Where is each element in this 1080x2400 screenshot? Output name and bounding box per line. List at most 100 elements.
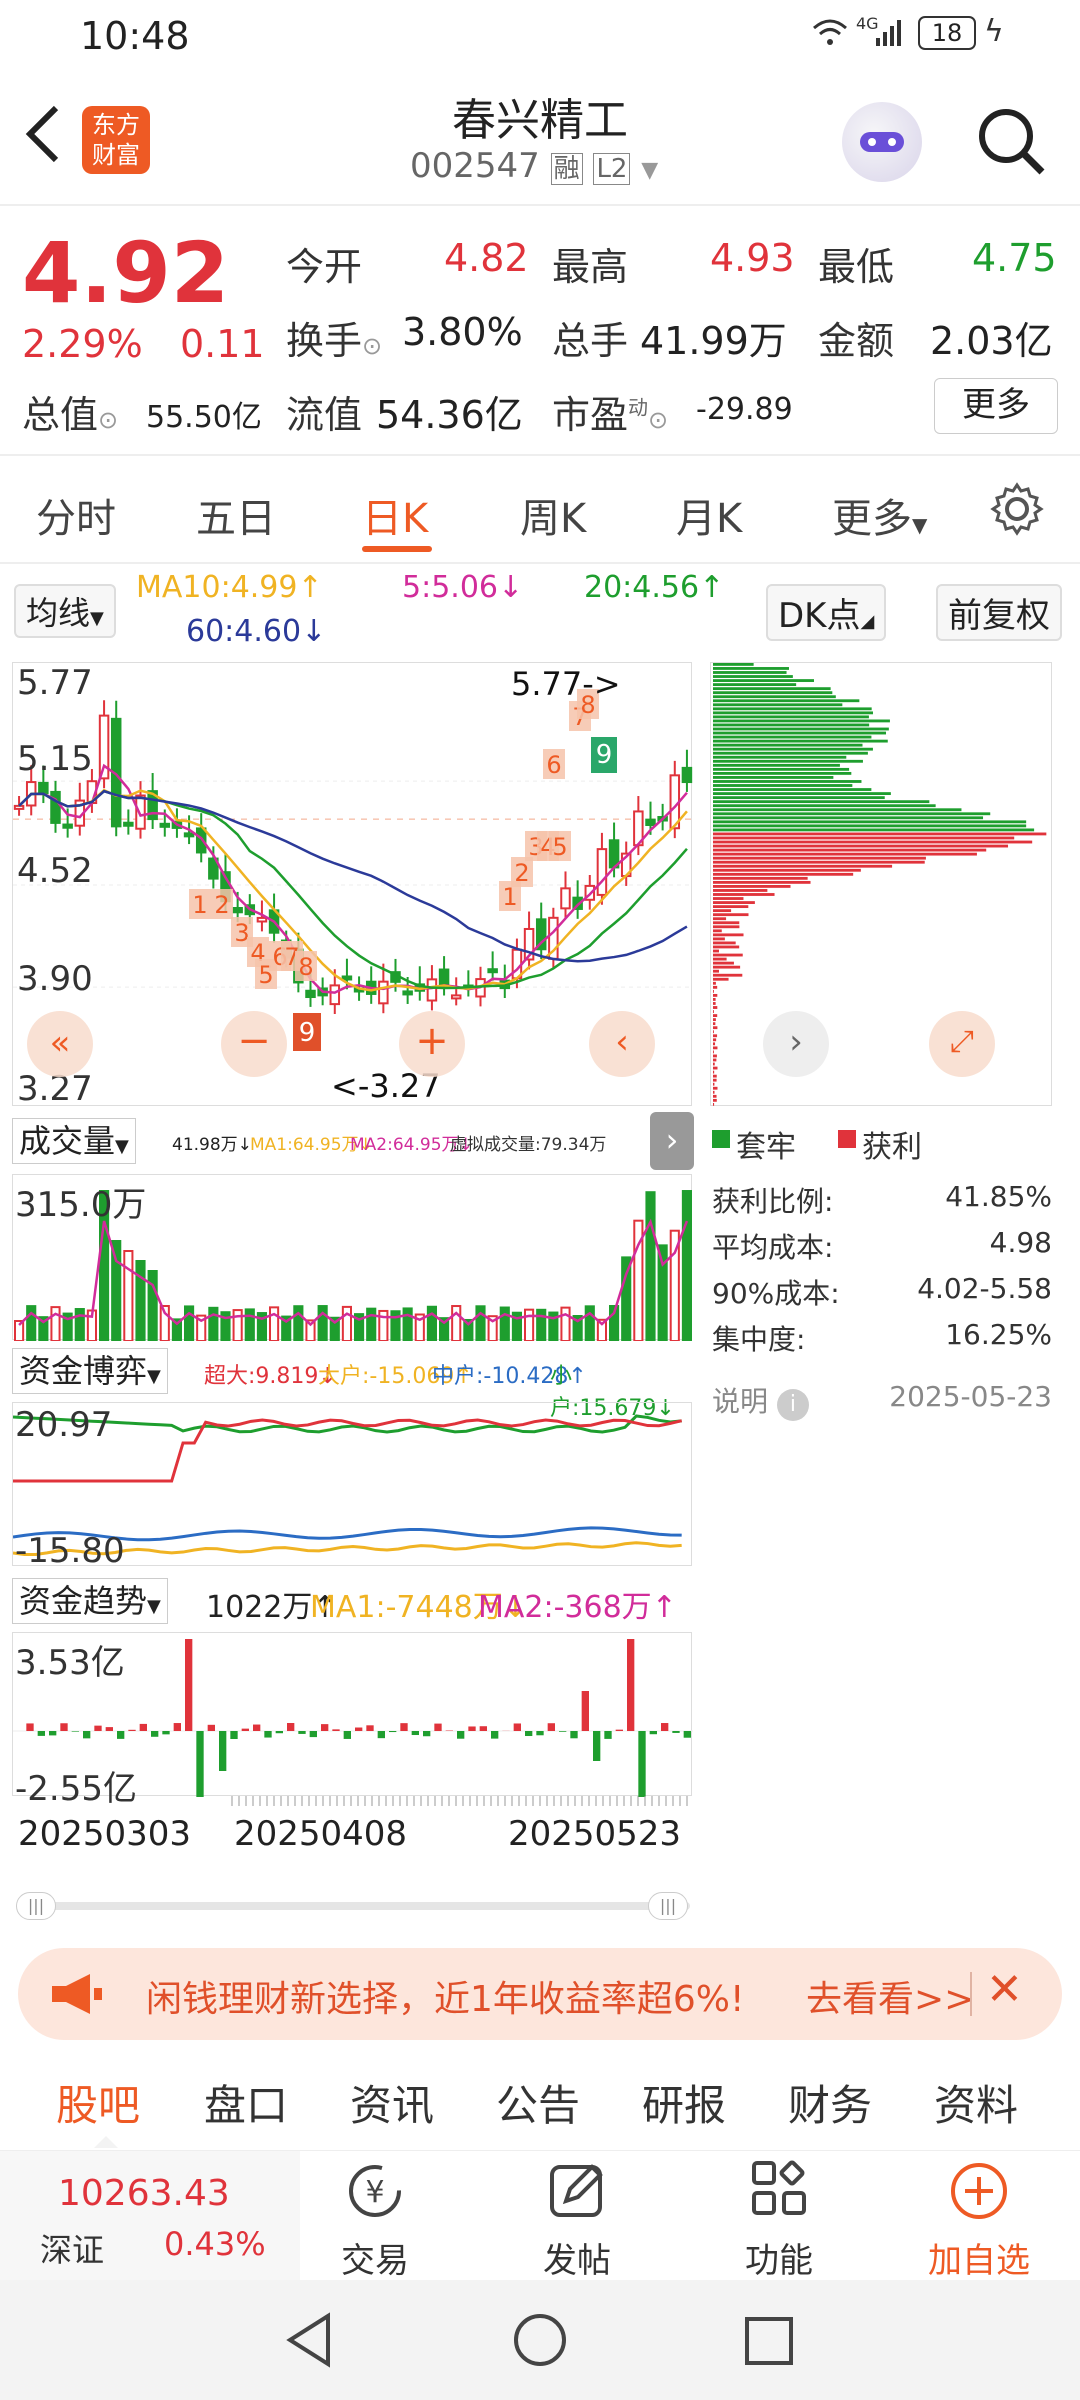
note-link[interactable]: 说明 i	[712, 1380, 809, 1421]
chip-bar	[713, 989, 714, 993]
chip-bar	[713, 868, 861, 872]
signal-icon	[874, 18, 904, 52]
chip-bar	[713, 723, 870, 727]
volume-max-tick: 315.0万	[15, 1185, 147, 1225]
expand-panel-button[interactable]: ›	[650, 1112, 694, 1170]
fullscreen-icon[interactable]: ⤢	[929, 1011, 995, 1077]
chip-bar	[713, 1018, 716, 1022]
chip-bar	[713, 856, 926, 860]
fund-trend-bar	[49, 1731, 57, 1736]
volume-chart[interactable]: 315.0万	[12, 1174, 692, 1341]
fund-game-chart[interactable]: 20.97 -15.80	[12, 1402, 692, 1571]
add-watchlist-button[interactable]: 加自选	[914, 2159, 1044, 2282]
tab-weekly-k[interactable]: 周K	[520, 486, 586, 544]
chip-bar	[713, 780, 862, 783]
tab-profile[interactable]: 资料	[934, 2072, 1018, 2133]
fund-trend-bar	[94, 1725, 102, 1731]
tab-five-day[interactable]: 五日	[196, 486, 276, 544]
volume-bar	[244, 1308, 255, 1341]
fund-trend-bar	[683, 1731, 691, 1738]
trade-button[interactable]: ¥ 交易	[310, 2159, 440, 2282]
sequence-nine-label: 9	[596, 740, 613, 770]
volume-bar	[74, 1308, 85, 1341]
chip-bar	[713, 820, 1027, 824]
chip-bar	[713, 1090, 715, 1094]
tab-news[interactable]: 资讯	[350, 2072, 434, 2133]
chip-next-button[interactable]: ›	[763, 1011, 829, 1077]
tab-more[interactable]: 更多▼	[832, 486, 927, 544]
tab-research[interactable]: 研报	[642, 2072, 726, 2133]
function-button[interactable]: 功能	[714, 2159, 844, 2282]
adjust-selector[interactable]: 前复权	[936, 584, 1062, 641]
promo-banner[interactable]: 闲钱理财新选择，近1年收益率超6%! 去看看>> ✕	[18, 1948, 1062, 2040]
quote-panel: 4.92 2.29% 0.11 今开 4.82 最高 4.93 最低 4.75 …	[0, 206, 1080, 456]
nav-home-icon[interactable]	[512, 2312, 568, 2372]
fund-trend-bar	[423, 1731, 431, 1737]
ma-selector[interactable]: 均线▼	[14, 584, 116, 638]
stock-code[interactable]: 002547 融 L2 ▼	[410, 146, 658, 186]
chip-distribution[interactable]: › ⤢	[710, 662, 1052, 1106]
fund-trend-bar	[37, 1731, 45, 1736]
chip-bar	[713, 836, 1015, 840]
candle-body	[341, 975, 353, 981]
fund-trend-bar	[185, 1639, 193, 1731]
tab-monthly-k[interactable]: 月K	[676, 486, 742, 544]
chip-bar	[713, 1046, 718, 1050]
candle-body	[487, 968, 498, 974]
candle-body	[645, 818, 656, 826]
chip-bar	[713, 1082, 715, 1086]
candle-body	[438, 968, 450, 987]
chip-bar	[713, 872, 854, 876]
robot-avatar-icon[interactable]	[842, 102, 922, 182]
index-value: 10263.43	[58, 2173, 230, 2214]
chip-bar	[713, 796, 885, 800]
chip-bar	[713, 1014, 718, 1017]
back-icon[interactable]	[22, 102, 62, 170]
fund-trend-bar	[547, 1723, 555, 1731]
concentration-value: 16.25%	[945, 1318, 1052, 1351]
zoom-out-button[interactable]: −	[221, 1011, 287, 1077]
index-ticker[interactable]: 10263.43 深证 0.43%	[0, 2151, 300, 2281]
range-end-handle[interactable]: |||	[648, 1892, 688, 1920]
profit-ratio-value: 41.85%	[945, 1180, 1052, 1213]
range-scrollbar[interactable]: ||| |||	[16, 1892, 690, 1920]
tab-announcements[interactable]: 公告	[496, 2072, 580, 2133]
nav-back-icon[interactable]	[282, 2310, 336, 2374]
fund-trend-selector[interactable]: 资金趋势▼	[12, 1578, 168, 1624]
candle-body	[402, 990, 413, 996]
dk-point-selector[interactable]: DK点◢	[766, 584, 887, 641]
volume-selector[interactable]: 成交量▼	[12, 1118, 136, 1164]
fund-trend-chart[interactable]: 3.53亿 -2.55亿	[12, 1632, 693, 1809]
sequence-marker-label: 2	[214, 891, 229, 919]
fund-trend-bar	[298, 1731, 306, 1734]
candle-body	[13, 804, 25, 810]
chip-bar	[713, 876, 808, 880]
candle-body	[305, 989, 316, 999]
fund-trend-bar	[377, 1731, 385, 1739]
tab-daily-k[interactable]: 日K	[362, 486, 428, 544]
fund-game-selector[interactable]: 资金博弈▼	[12, 1348, 168, 1394]
chip-bar	[713, 840, 1033, 844]
nav-recents-icon[interactable]	[744, 2316, 794, 2370]
fund-trend-bar	[525, 1731, 533, 1737]
promo-link[interactable]: 去看看>>	[806, 1970, 974, 2022]
tab-order-book[interactable]: 盘口	[204, 2072, 288, 2133]
tab-finance[interactable]: 财务	[788, 2072, 872, 2133]
zoom-in-button[interactable]: +	[399, 1011, 465, 1077]
chip-bar	[713, 1054, 717, 1058]
search-icon[interactable]	[976, 106, 1046, 180]
chip-bar	[713, 965, 741, 969]
tab-intraday[interactable]: 分时	[36, 486, 116, 544]
volume-value: 41.98万↓	[172, 1135, 252, 1155]
tab-guba[interactable]: 股吧	[56, 2072, 140, 2133]
chip-bar	[713, 985, 718, 989]
fund-trend-bar	[196, 1731, 204, 1797]
close-icon[interactable]: ✕	[986, 1964, 1023, 2015]
kline-chart[interactable]: 123456789123456789 5.77 5.15 4.52 3.90 3…	[12, 662, 693, 1109]
more-button[interactable]: 更多	[934, 378, 1058, 434]
range-start-handle[interactable]: |||	[16, 1892, 56, 1920]
scroll-to-start-button[interactable]: «	[27, 1011, 93, 1077]
gear-icon[interactable]	[990, 482, 1044, 540]
scroll-left-button[interactable]: ‹	[589, 1011, 655, 1077]
post-button[interactable]: 发帖	[512, 2159, 642, 2282]
